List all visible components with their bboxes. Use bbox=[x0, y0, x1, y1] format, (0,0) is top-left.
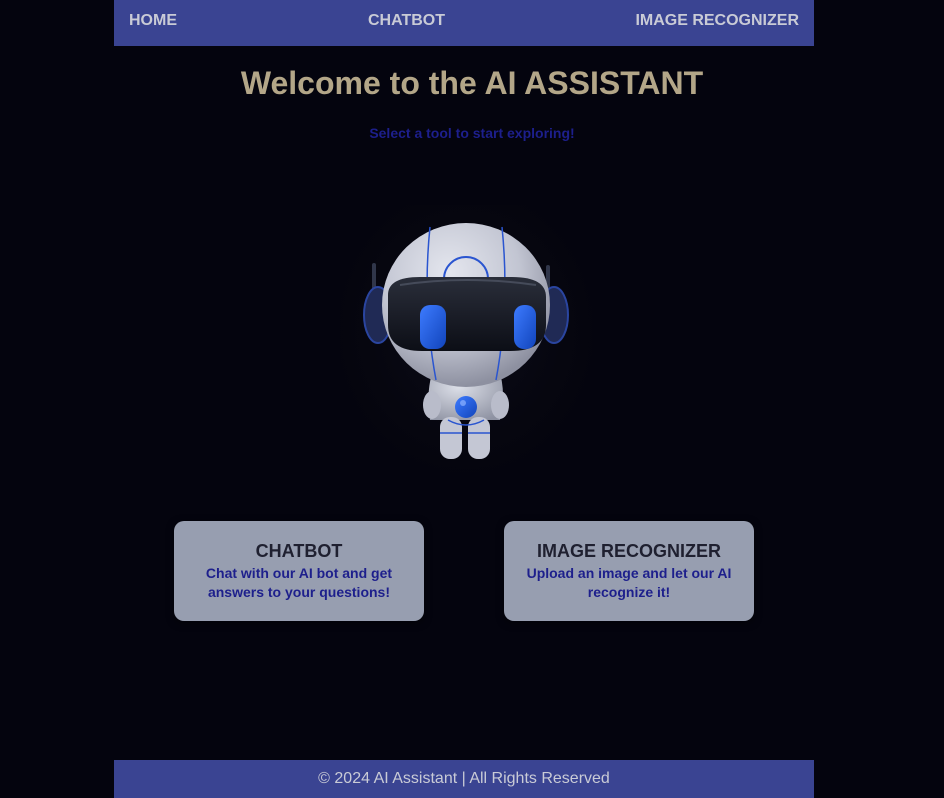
top-navbar: HOME CHATBOT IMAGE RECOGNIZER bbox=[114, 0, 814, 46]
page: HOME CHATBOT IMAGE RECOGNIZER Welcome to… bbox=[0, 0, 944, 798]
chatbot-card-title: CHATBOT bbox=[255, 541, 343, 561]
image-recognizer-card-title: IMAGE RECOGNIZER bbox=[536, 541, 721, 561]
footer: © 2024 AI Assistant | All Rights Reserve… bbox=[114, 760, 814, 798]
robot-icon bbox=[340, 205, 592, 485]
nav-link-image-recognizer[interactable]: IMAGE RECOGNIZER bbox=[635, 12, 799, 30]
footer-copyright: © 2024 AI Assistant | All Rights Reserve… bbox=[318, 770, 610, 787]
robot-mascot-image bbox=[340, 205, 592, 485]
page-subtitle: Select a tool to start exploring! bbox=[369, 125, 575, 141]
nav-link-home[interactable]: HOME bbox=[129, 12, 177, 30]
image-recognizer-card-description: Upload an image and let our AI recognize… bbox=[526, 565, 732, 600]
page-title: Welcome to the AI ASSISTANT bbox=[240, 65, 704, 101]
chatbot-card-description: Chat with our AI bot and get answers to … bbox=[205, 565, 393, 600]
chatbot-card[interactable]: CHATBOT Chat with our AI bot and get ans… bbox=[174, 521, 424, 621]
image-recognizer-card[interactable]: IMAGE RECOGNIZER Upload an image and let… bbox=[504, 521, 754, 621]
nav-link-chatbot[interactable]: CHATBOT bbox=[368, 12, 445, 30]
